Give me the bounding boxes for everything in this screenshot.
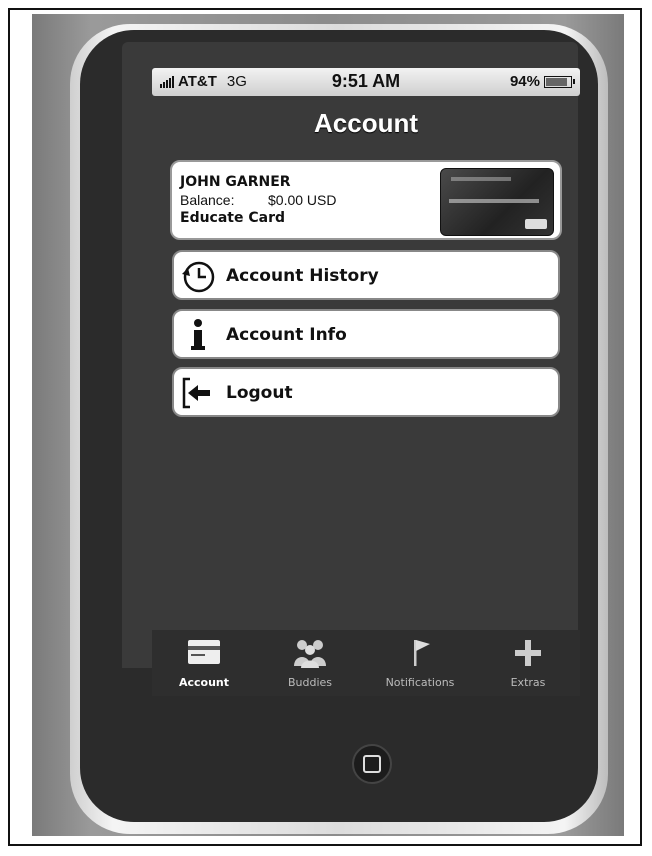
- balance-value: $0.00 USD: [268, 192, 337, 208]
- clock-history-icon: [182, 261, 215, 293]
- card-type: Educate Card: [180, 210, 286, 226]
- menu-item-label: Logout: [226, 383, 293, 403]
- logout-arrow-icon: [182, 377, 210, 409]
- home-square-icon: [363, 755, 381, 773]
- page-title: Account: [314, 108, 418, 138]
- cardholder-name: JOHN GARNER: [180, 174, 291, 190]
- logout-button[interactable]: Logout: [172, 367, 560, 417]
- info-icon: [191, 319, 205, 350]
- card-summary[interactable]: JOHN GARNER Balance: $0.00 USD Educate C…: [170, 160, 562, 240]
- card-icon: [188, 640, 220, 664]
- tab-label: Extras: [510, 676, 546, 689]
- tab-label: Notifications: [385, 676, 455, 689]
- battery-info: 94%: [509, 73, 575, 90]
- tab-label: Buddies: [287, 676, 333, 689]
- plus-icon: [515, 640, 541, 666]
- menu-item-label: Account History: [226, 266, 379, 286]
- tab-notifications[interactable]: Notifications: [374, 630, 466, 696]
- account-history-button[interactable]: Account History: [172, 250, 560, 300]
- tab-label: Account: [178, 676, 230, 689]
- flag-icon: [414, 640, 430, 666]
- status-bar: AT&T 3G 9:51 AM 94%: [152, 68, 580, 96]
- account-info-button[interactable]: Account Info: [172, 309, 560, 359]
- visa-logo-icon: [525, 219, 547, 229]
- home-button[interactable]: [352, 744, 392, 784]
- balance-label: Balance:: [180, 192, 235, 208]
- card-image: [440, 168, 554, 236]
- menu-item-label: Account Info: [226, 325, 347, 345]
- battery-percent: 94%: [509, 73, 540, 90]
- battery-icon: [544, 75, 575, 88]
- tab-extras[interactable]: Extras: [482, 630, 574, 696]
- tab-account[interactable]: Account: [158, 630, 250, 696]
- tab-buddies[interactable]: Buddies: [264, 630, 356, 696]
- people-icon: [294, 640, 326, 668]
- tab-bar: Account Buddies Notifications Extras: [152, 630, 580, 696]
